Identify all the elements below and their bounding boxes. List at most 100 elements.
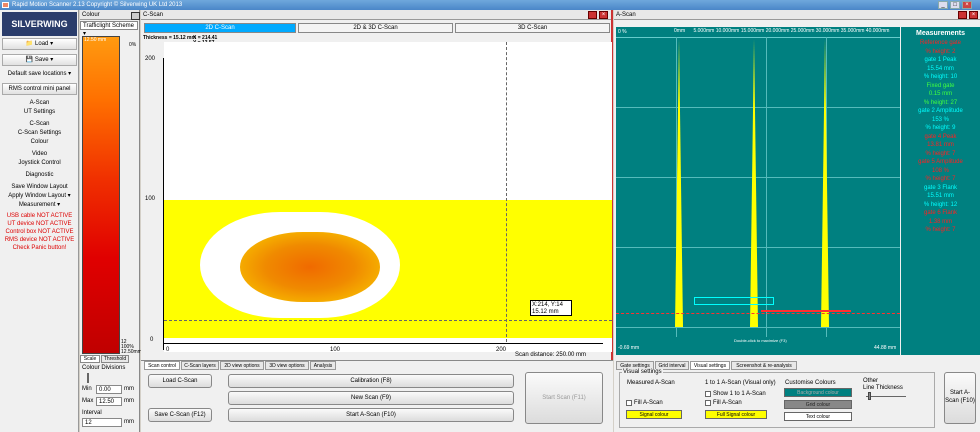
grid-line	[616, 177, 900, 178]
calibration-button[interactable]: Calibration (F8)	[228, 374, 514, 388]
sidebar-item-joystick-control[interactable]: Joystick Control	[0, 159, 79, 168]
min-input[interactable]: 0.00	[96, 385, 122, 394]
new-scan-button[interactable]: New Scan (F9)	[228, 391, 514, 405]
measurement-line: 15.51 mm	[927, 193, 954, 199]
full-signal-colour-button[interactable]: Full Signal colour	[705, 410, 767, 419]
tab-cscan-layers[interactable]: C-Scan layers	[181, 361, 219, 370]
sidebar-item-apply-window-layout[interactable]: Apply Window Layout ▾	[0, 192, 79, 201]
rms-control-mini-panel-button[interactable]: RMS control mini panel	[2, 83, 77, 95]
ascan-start-ascan-button[interactable]: Start A-Scan (F10)	[944, 372, 976, 424]
thickness-readout: Thickness = 15.12 mm	[143, 35, 196, 41]
y-tick-200: 200	[145, 56, 156, 62]
min-label: Min	[82, 386, 92, 392]
tab-2d-3d-cscan[interactable]: 2D & 3D C-Scan	[298, 23, 453, 33]
maximize-button[interactable]: □	[950, 1, 960, 9]
grid-line	[616, 247, 900, 248]
minimize-button[interactable]: _	[938, 1, 948, 9]
measurement-line: gate 4 Peak	[924, 133, 957, 140]
line-thickness-label: Line Thickness	[863, 385, 903, 391]
logo-text: SILVERWING	[11, 19, 68, 29]
one-to-one-label: 1 to 1 A-Scan (Visual only)	[705, 380, 776, 386]
tab-threshold[interactable]: Threshold	[101, 355, 129, 363]
max-label: Max	[82, 398, 94, 404]
measurement-line: % height: 2	[925, 48, 956, 55]
tab-screenshot-reanalysis[interactable]: Screenshot & re-analysis	[731, 361, 797, 370]
tab-3d-cscan[interactable]: 3D C-Scan	[455, 23, 610, 33]
measurement-line: % height: 7	[925, 227, 956, 233]
fill-ascan-checkbox[interactable]	[626, 400, 632, 406]
mm-tick: 25.000mm	[790, 28, 815, 34]
grid-vline	[766, 37, 767, 337]
tab-2d-view-options[interactable]: 2D view options	[220, 361, 264, 370]
default-save-locations[interactable]: Default save locations ▾	[0, 70, 79, 79]
measurement-line: 108 %	[931, 167, 949, 174]
colour-divisions-slider[interactable]	[87, 373, 89, 383]
x-tick-100: 100	[330, 347, 341, 353]
measurement-line: 153 %	[931, 116, 949, 123]
tab-2d-cscan[interactable]: 2D C-Scan	[144, 23, 296, 33]
tab-analysis[interactable]: Analysis	[310, 361, 336, 370]
reference-gate-line[interactable]	[616, 313, 900, 314]
interval-label: Interval	[82, 410, 102, 416]
mm-tick: 40.000mm	[865, 28, 890, 34]
x-tick-0: 0	[166, 347, 170, 353]
show-one-to-one-checkbox[interactable]	[705, 391, 711, 397]
ascan-close-button[interactable]: ×	[969, 11, 978, 19]
measurement-line: gate 3 Flank	[923, 184, 958, 191]
save-cscan-button[interactable]: Save C-Scan (F12)	[148, 408, 212, 422]
cscan-minimize-button[interactable]	[588, 11, 597, 19]
save-label: Save	[34, 57, 49, 63]
customise-colours-label: Customise Colours	[785, 380, 836, 386]
ascan-left-value: -0.69 mm	[618, 345, 640, 351]
fill-ascan-2-checkbox[interactable]	[705, 400, 711, 406]
cscan-close-button[interactable]: ×	[599, 11, 608, 19]
tab-scan-control[interactable]: Scan control	[144, 361, 180, 370]
sidebar-item-cscan[interactable]: C-Scan	[0, 120, 79, 129]
measurement-line: % height: 12	[923, 201, 958, 208]
sidebar-item-save-window-layout[interactable]: Save Window Layout	[0, 183, 79, 192]
measurement-line: gate 1 Peak	[924, 57, 957, 63]
sidebar-item-ut-settings[interactable]: UT Settings	[0, 108, 79, 117]
folder-icon: 📁	[25, 41, 36, 47]
tab-3d-view-options[interactable]: 3D view options	[265, 361, 309, 370]
measurement-line: % height: 27	[923, 99, 958, 106]
scale-top-pct: 0%	[129, 42, 137, 48]
background-colour-button[interactable]: Background colour	[784, 388, 852, 397]
sidebar-item-colour[interactable]: Colour	[0, 138, 79, 147]
sidebar-item-video[interactable]: Video	[0, 150, 79, 159]
load-cscan-button[interactable]: Load C-Scan	[148, 374, 212, 388]
load-button[interactable]: 📁 Load ▾	[2, 38, 77, 50]
measured-ascan-label: Measured A-Scan	[627, 380, 675, 386]
sidebar-item-cscan-settings[interactable]: C-Scan Settings	[0, 129, 79, 138]
measurements-panel: Measurements Reference gate % height: 2 ga…	[901, 27, 980, 355]
signal-colour-button[interactable]: Signal colour	[626, 410, 682, 419]
grid-colour-button[interactable]: Grid colour	[784, 400, 852, 409]
ascan-plot[interactable]: 0 % 0mm 5.000mm 10.000mm 15.000mm 20.000…	[616, 27, 900, 355]
tab-scale[interactable]: Scale	[80, 355, 100, 363]
tab-visual-settings[interactable]: Visual settings	[690, 361, 730, 370]
start-ascan-button[interactable]: Start A-Scan (F10)	[228, 408, 514, 422]
measurement-line: % height: 9	[925, 125, 956, 131]
sidebar-item-ascan[interactable]: A-Scan	[0, 99, 79, 108]
start-scan-button[interactable]: Start Scan (F11)	[525, 372, 603, 424]
gate-4-marker[interactable]	[761, 310, 851, 312]
colour-divisions-label: Colour Divisions	[82, 365, 126, 371]
measurement-line: 15.54 mm	[927, 65, 954, 72]
show-one-to-one-label: Show 1 to 1 A-Scan	[713, 391, 766, 397]
cursor-tooltip: X:214, Y:14 15.12 mm	[530, 300, 572, 316]
rms-control-label: RMS control mini panel	[8, 86, 71, 92]
sidebar-item-measurement[interactable]: Measurement ▾	[0, 201, 79, 210]
ascan-minimize-button[interactable]	[958, 11, 967, 19]
colour-scheme-select[interactable]: Trafficlight Scheme ▾	[80, 21, 138, 37]
max-input[interactable]: 12.50	[96, 397, 122, 406]
gate-1-marker[interactable]	[694, 297, 774, 305]
interval-input[interactable]: 12	[82, 418, 122, 427]
save-button[interactable]: 💾 Save ▾	[2, 54, 77, 66]
mm-tick: 10.000mm	[715, 28, 740, 34]
grid-line	[616, 107, 900, 108]
text-colour-button[interactable]: Text colour	[784, 412, 852, 421]
close-button[interactable]: ×	[962, 1, 972, 9]
colour-save-icon[interactable]	[131, 12, 140, 20]
line-thickness-slider[interactable]	[868, 392, 871, 400]
sidebar-item-diagnostic[interactable]: Diagnostic	[0, 171, 79, 180]
